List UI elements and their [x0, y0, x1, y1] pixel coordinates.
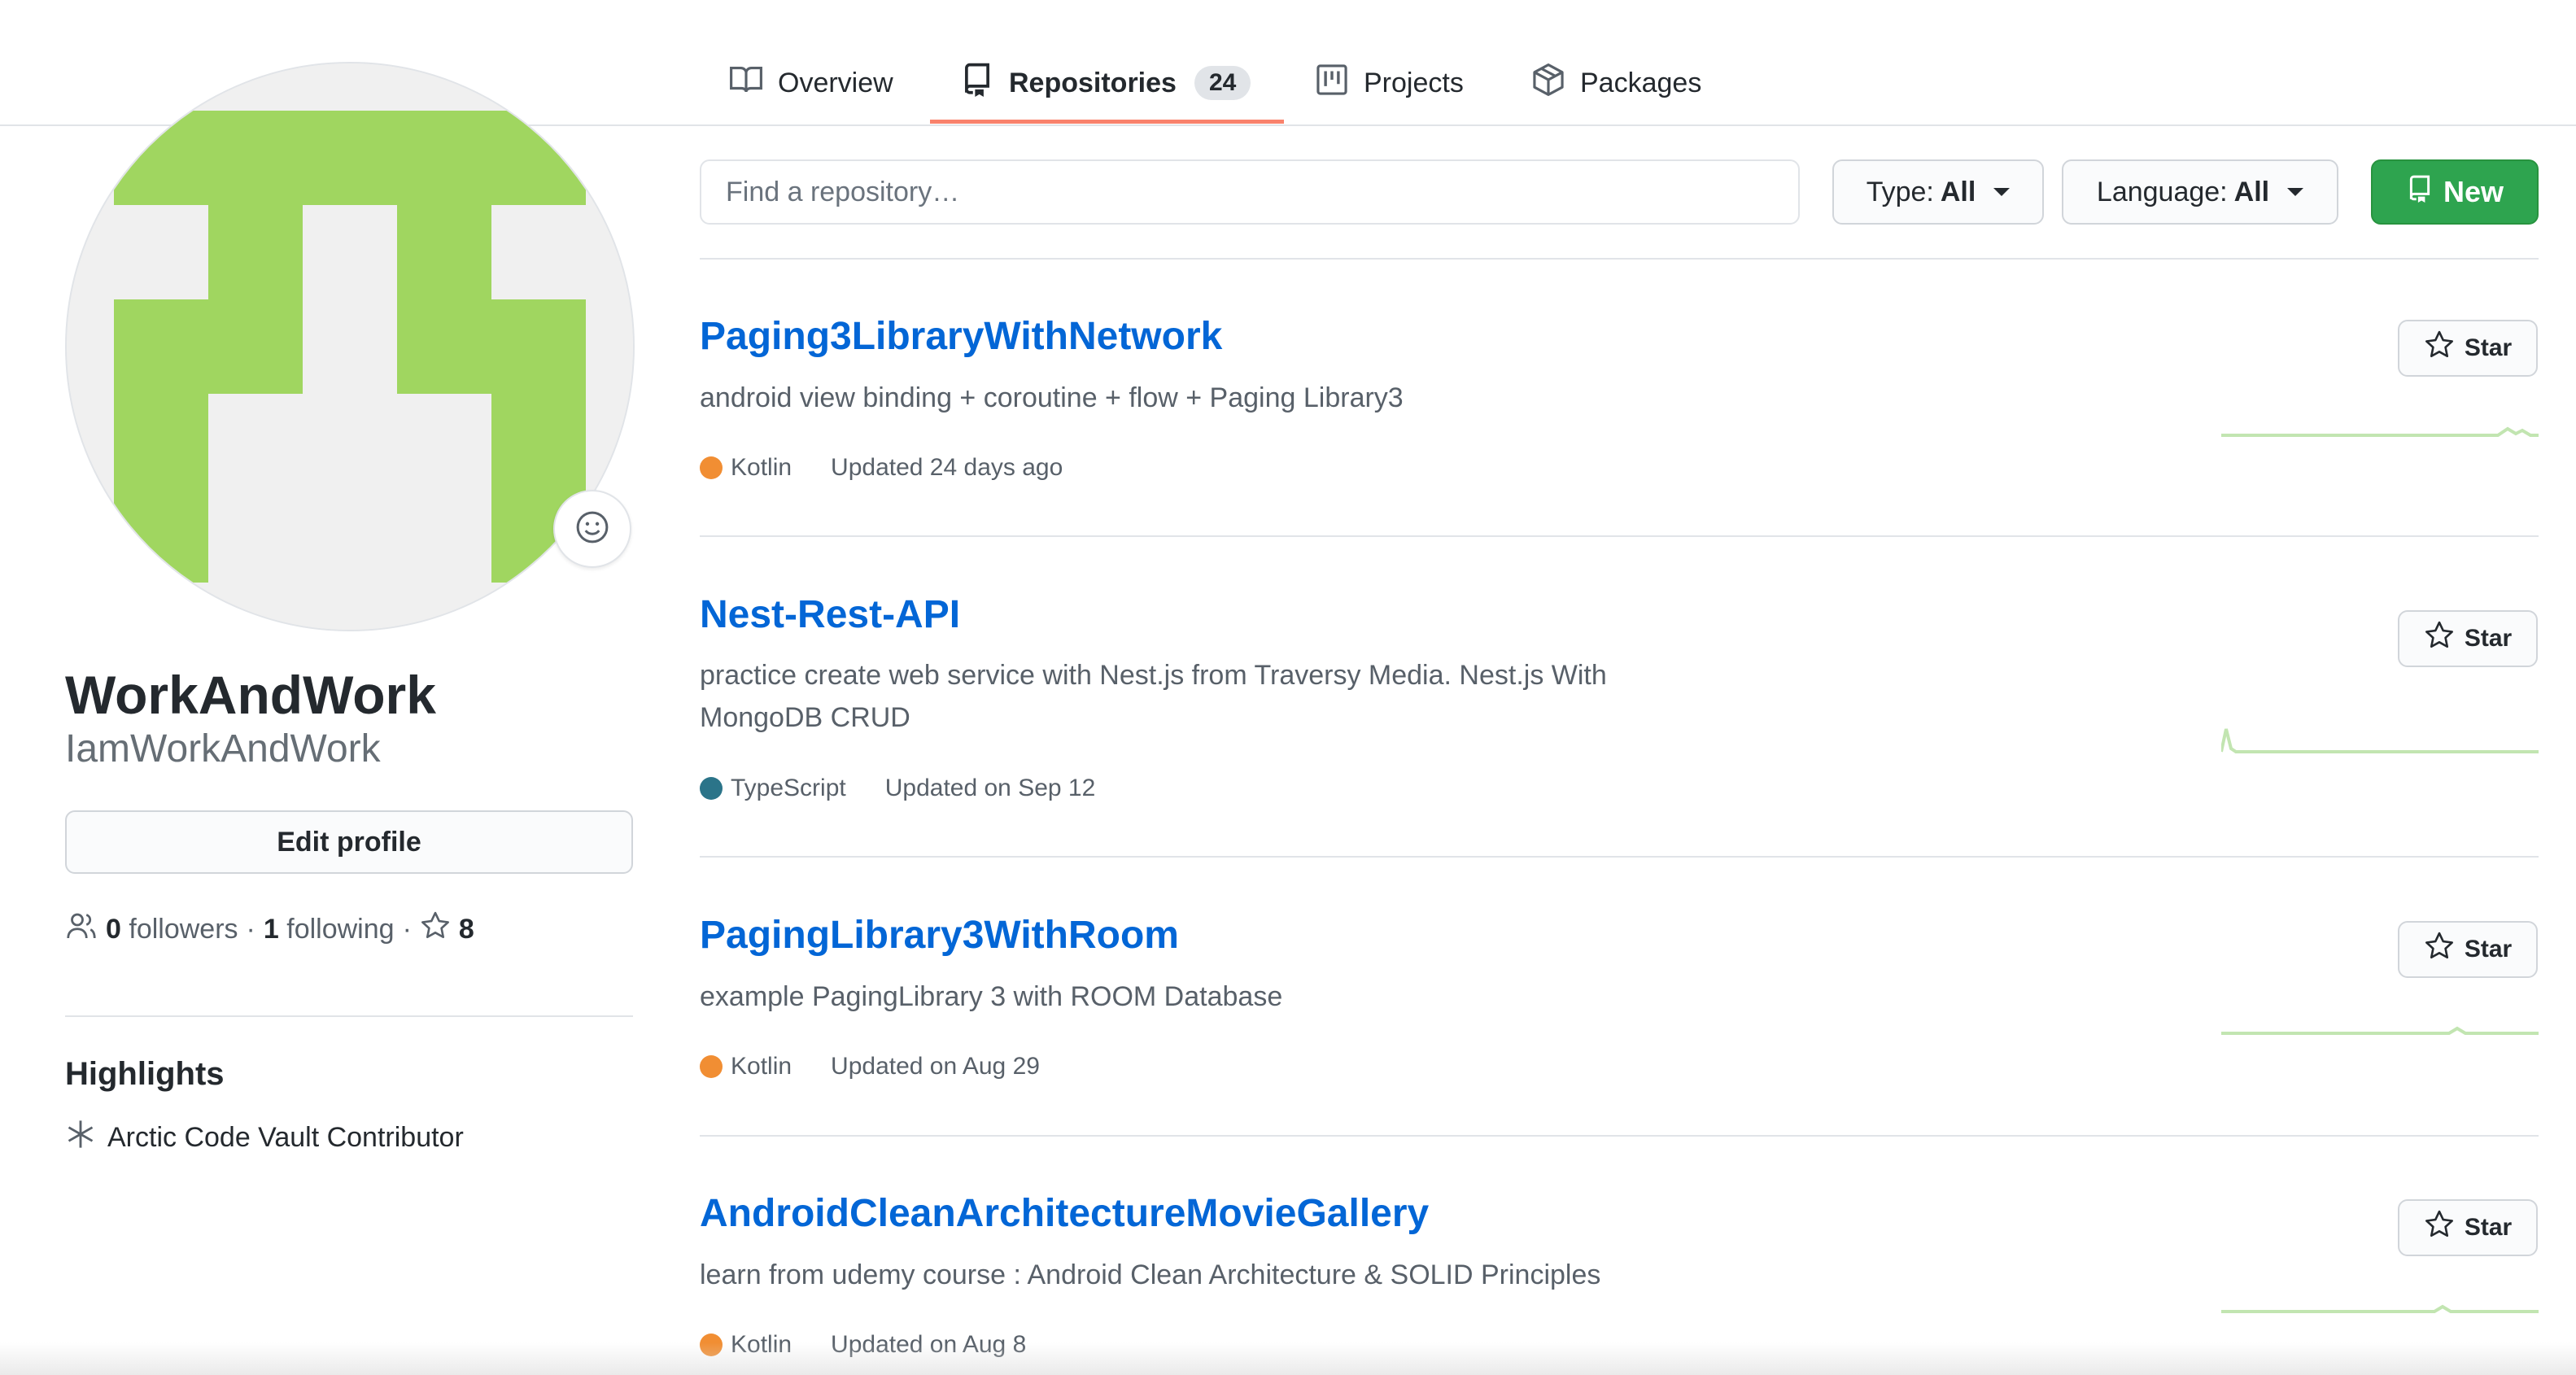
- snowflake-icon: [65, 1119, 96, 1157]
- type-filter-value: All: [1940, 176, 1976, 207]
- language-color-dot: [700, 456, 723, 479]
- star-button[interactable]: Star: [2398, 1199, 2538, 1256]
- repository-search-input[interactable]: [700, 159, 1800, 225]
- language-filter-dropdown[interactable]: Language: All: [2062, 159, 2338, 225]
- tab-packages[interactable]: Packages: [1531, 42, 1701, 124]
- stars-link[interactable]: 8: [420, 910, 474, 949]
- activity-sparkline: [2221, 1026, 2539, 1035]
- tab-repositories[interactable]: Repositories 24: [960, 42, 1251, 124]
- language-filter-label: Language:: [2096, 176, 2228, 207]
- followers-label: followers: [129, 914, 238, 945]
- star-icon: [2424, 1209, 2455, 1246]
- star-button[interactable]: Star: [2398, 921, 2538, 978]
- activity-sparkline: [2221, 728, 2539, 753]
- repo-name-link[interactable]: PagingLibrary3WithRoom: [700, 913, 1179, 958]
- highlights-title: Highlights: [65, 1056, 225, 1092]
- repo-description: example PagingLibrary 3 with ROOM Databa…: [700, 981, 1283, 1012]
- repo-divider: [700, 1135, 2539, 1137]
- star-button[interactable]: Star: [2398, 320, 2538, 377]
- repo-icon: [960, 63, 994, 104]
- star-button[interactable]: Star: [2398, 610, 2538, 667]
- repo-name-link[interactable]: AndroidCleanArchitectureMovieGallery: [700, 1191, 1429, 1236]
- repo-updated: Updated 24 days ago: [831, 454, 1063, 481]
- language-color-dot: [700, 1055, 723, 1078]
- highlight-label: Arctic Code Vault Contributor: [107, 1122, 464, 1153]
- followers-count: 0: [106, 914, 121, 945]
- following-link[interactable]: 1 following: [264, 914, 395, 945]
- follow-stats: 0 followers · 1 following · 8: [65, 910, 474, 949]
- highlight-item: Arctic Code Vault Contributor: [65, 1119, 464, 1157]
- active-tab-indicator: [930, 120, 1284, 124]
- list-divider: [700, 258, 2539, 260]
- avatar[interactable]: [65, 62, 635, 631]
- edit-profile-button[interactable]: Edit profile: [65, 810, 633, 874]
- repo-meta: TypeScript Updated on Sep 12: [700, 775, 1095, 802]
- repo-meta: Kotlin Updated on Aug 29: [700, 1053, 1040, 1080]
- repo-name-link[interactable]: Nest-Rest-API: [700, 592, 960, 637]
- tab-projects[interactable]: Projects: [1315, 42, 1464, 124]
- star-icon: [2424, 330, 2455, 367]
- stars-count: 8: [458, 914, 474, 945]
- repo-name-link[interactable]: Paging3LibraryWithNetwork: [700, 314, 1222, 359]
- repo-icon: [2406, 175, 2434, 210]
- tab-overview[interactable]: Overview: [729, 42, 893, 124]
- activity-sparkline: [2221, 1304, 2539, 1313]
- language-color-dot: [700, 777, 723, 800]
- sidebar-divider: [65, 1015, 633, 1017]
- profile-username: IamWorkAndWork: [65, 727, 381, 770]
- following-label: following: [286, 914, 395, 945]
- star-button-label: Star: [2464, 936, 2513, 962]
- caret-down-icon: [2287, 188, 2304, 196]
- type-filter-dropdown[interactable]: Type: All: [1832, 159, 2044, 225]
- repo-language: Kotlin: [731, 1053, 792, 1080]
- language-filter-value: All: [2233, 176, 2270, 207]
- followers-link[interactable]: 0 followers: [106, 914, 238, 945]
- book-icon: [729, 63, 763, 104]
- star-button-label: Star: [2464, 1214, 2513, 1241]
- smiley-icon: [574, 509, 610, 549]
- tab-repositories-label: Repositories: [1009, 67, 1177, 98]
- people-icon: [65, 910, 98, 949]
- project-icon: [1315, 63, 1349, 104]
- new-repository-button[interactable]: New: [2371, 159, 2539, 225]
- tab-projects-label: Projects: [1364, 67, 1464, 98]
- repo-description: learn from udemy course : Android Clean …: [700, 1259, 1601, 1290]
- repo-language: TypeScript: [731, 775, 846, 801]
- repo-description: practice create web service with Nest.js…: [700, 660, 1607, 733]
- repo-meta: Kotlin Updated 24 days ago: [700, 454, 1063, 482]
- identicon-image: [67, 63, 633, 630]
- star-icon: [2424, 931, 2455, 968]
- repo-divider: [700, 535, 2539, 537]
- following-count: 1: [263, 914, 279, 945]
- star-icon: [2424, 620, 2455, 657]
- tab-overview-label: Overview: [778, 67, 893, 98]
- repo-updated: Updated on Aug 29: [831, 1053, 1040, 1080]
- activity-sparkline: [2221, 426, 2539, 437]
- type-filter-label: Type:: [1866, 176, 1934, 207]
- separator-dot: ·: [246, 914, 255, 945]
- star-button-label: Star: [2464, 334, 2513, 361]
- caret-down-icon: [1993, 188, 2011, 196]
- repo-updated: Updated on Sep 12: [884, 775, 1096, 801]
- separator-dot: ·: [402, 914, 412, 945]
- tab-packages-label: Packages: [1580, 67, 1702, 98]
- profile-fullname: WorkAndWork: [65, 665, 436, 725]
- package-icon: [1531, 63, 1565, 104]
- window-bottom-shadow: [0, 1342, 2576, 1375]
- repo-divider: [700, 856, 2539, 858]
- set-status-button[interactable]: [553, 490, 631, 568]
- star-icon: [420, 910, 451, 949]
- repo-description: android view binding + coroutine + flow …: [700, 382, 1404, 413]
- repositories-count-badge: 24: [1194, 66, 1251, 100]
- new-button-label: New: [2443, 175, 2504, 208]
- repo-language: Kotlin: [731, 454, 792, 481]
- star-button-label: Star: [2464, 625, 2513, 652]
